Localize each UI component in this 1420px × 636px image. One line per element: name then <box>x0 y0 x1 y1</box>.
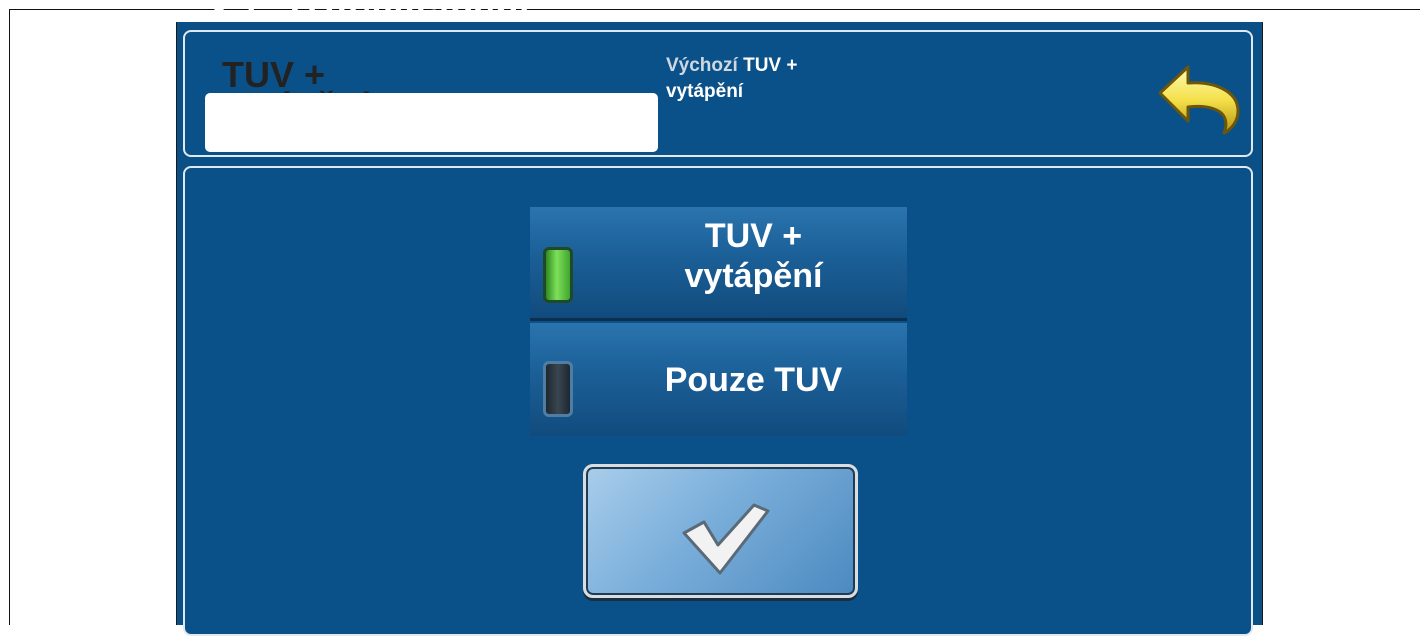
option-label: Pouze TUV <box>664 360 843 399</box>
option-label-line1: TUV + <box>704 216 803 255</box>
default-label: Výchozí <box>666 55 738 76</box>
default-value-line2: vytápění <box>666 81 744 102</box>
option-tuv-only[interactable]: Pouze TUV <box>530 323 907 436</box>
back-button[interactable] <box>1154 57 1246 135</box>
led-off-icon <box>543 361 573 417</box>
frame-border-left <box>9 9 10 625</box>
option-label-line2: vytápění <box>684 256 823 295</box>
confirm-button[interactable] <box>583 464 858 598</box>
title-highlight-box <box>205 93 658 152</box>
default-value: Výchozí TUV + vytápění <box>666 53 926 105</box>
back-arrow-icon <box>1158 65 1240 135</box>
default-value-line1: TUV + <box>743 55 798 76</box>
checkmark-icon <box>682 503 770 575</box>
option-tuv-heating[interactable]: TUV + vytápění <box>530 207 907 321</box>
led-on-icon <box>543 247 573 303</box>
